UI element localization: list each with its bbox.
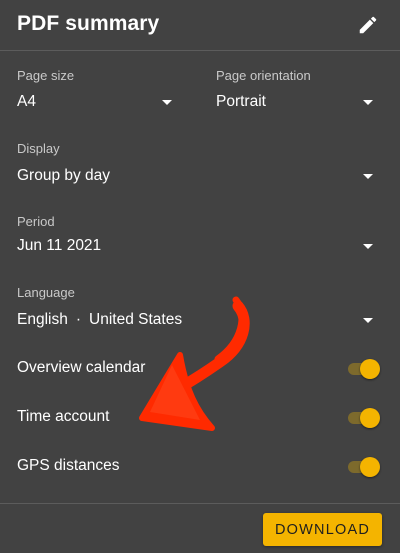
toggle-row-time-account: Time account [0, 398, 400, 438]
header-divider [0, 50, 400, 51]
overview-calendar-toggle[interactable] [346, 359, 382, 379]
page-orientation-dropdown[interactable]: Portrait [200, 88, 400, 118]
display-value: Group by day [17, 167, 111, 184]
page-orientation-label: Page orientation [216, 68, 311, 83]
language-label: Language [17, 285, 75, 300]
gps-distances-label: GPS distances [17, 457, 120, 474]
language-value: English · United States [17, 311, 182, 329]
display-dropdown[interactable]: Group by day [0, 162, 400, 192]
time-account-label: Time account [17, 408, 110, 425]
language-region: United States [89, 311, 183, 328]
footer-divider [0, 503, 400, 504]
page-size-value: A4 [17, 93, 36, 110]
period-dropdown[interactable]: Jun 11 2021 [0, 232, 400, 262]
chevron-down-icon [162, 100, 172, 105]
display-label: Display [17, 141, 60, 156]
chevron-down-icon [363, 244, 373, 249]
page-size-dropdown[interactable]: A4 [0, 88, 190, 118]
time-account-toggle[interactable] [346, 408, 382, 428]
edit-button[interactable] [354, 11, 382, 39]
period-label: Period [17, 214, 55, 229]
period-value: Jun 11 2021 [17, 237, 102, 254]
header-bar: PDF summary [0, 0, 400, 50]
chevron-down-icon [363, 174, 373, 179]
pencil-icon [359, 16, 377, 34]
toggle-row-gps-distances: GPS distances [0, 447, 400, 487]
download-button[interactable]: DOWNLOAD [263, 513, 382, 546]
language-separator: · [75, 311, 82, 328]
gps-distances-toggle[interactable] [346, 457, 382, 477]
page-orientation-value: Portrait [216, 93, 266, 110]
chevron-down-icon [363, 100, 373, 105]
overview-calendar-label: Overview calendar [17, 359, 146, 376]
page-title: PDF summary [17, 12, 160, 35]
language-name: English [17, 311, 68, 328]
toggle-knob [360, 359, 380, 379]
toggle-row-overview-calendar: Overview calendar [0, 349, 400, 389]
toggle-knob [360, 408, 380, 428]
chevron-down-icon [363, 318, 373, 323]
language-dropdown[interactable]: English · United States [0, 306, 400, 336]
page-size-label: Page size [17, 68, 75, 83]
toggle-knob [360, 457, 380, 477]
